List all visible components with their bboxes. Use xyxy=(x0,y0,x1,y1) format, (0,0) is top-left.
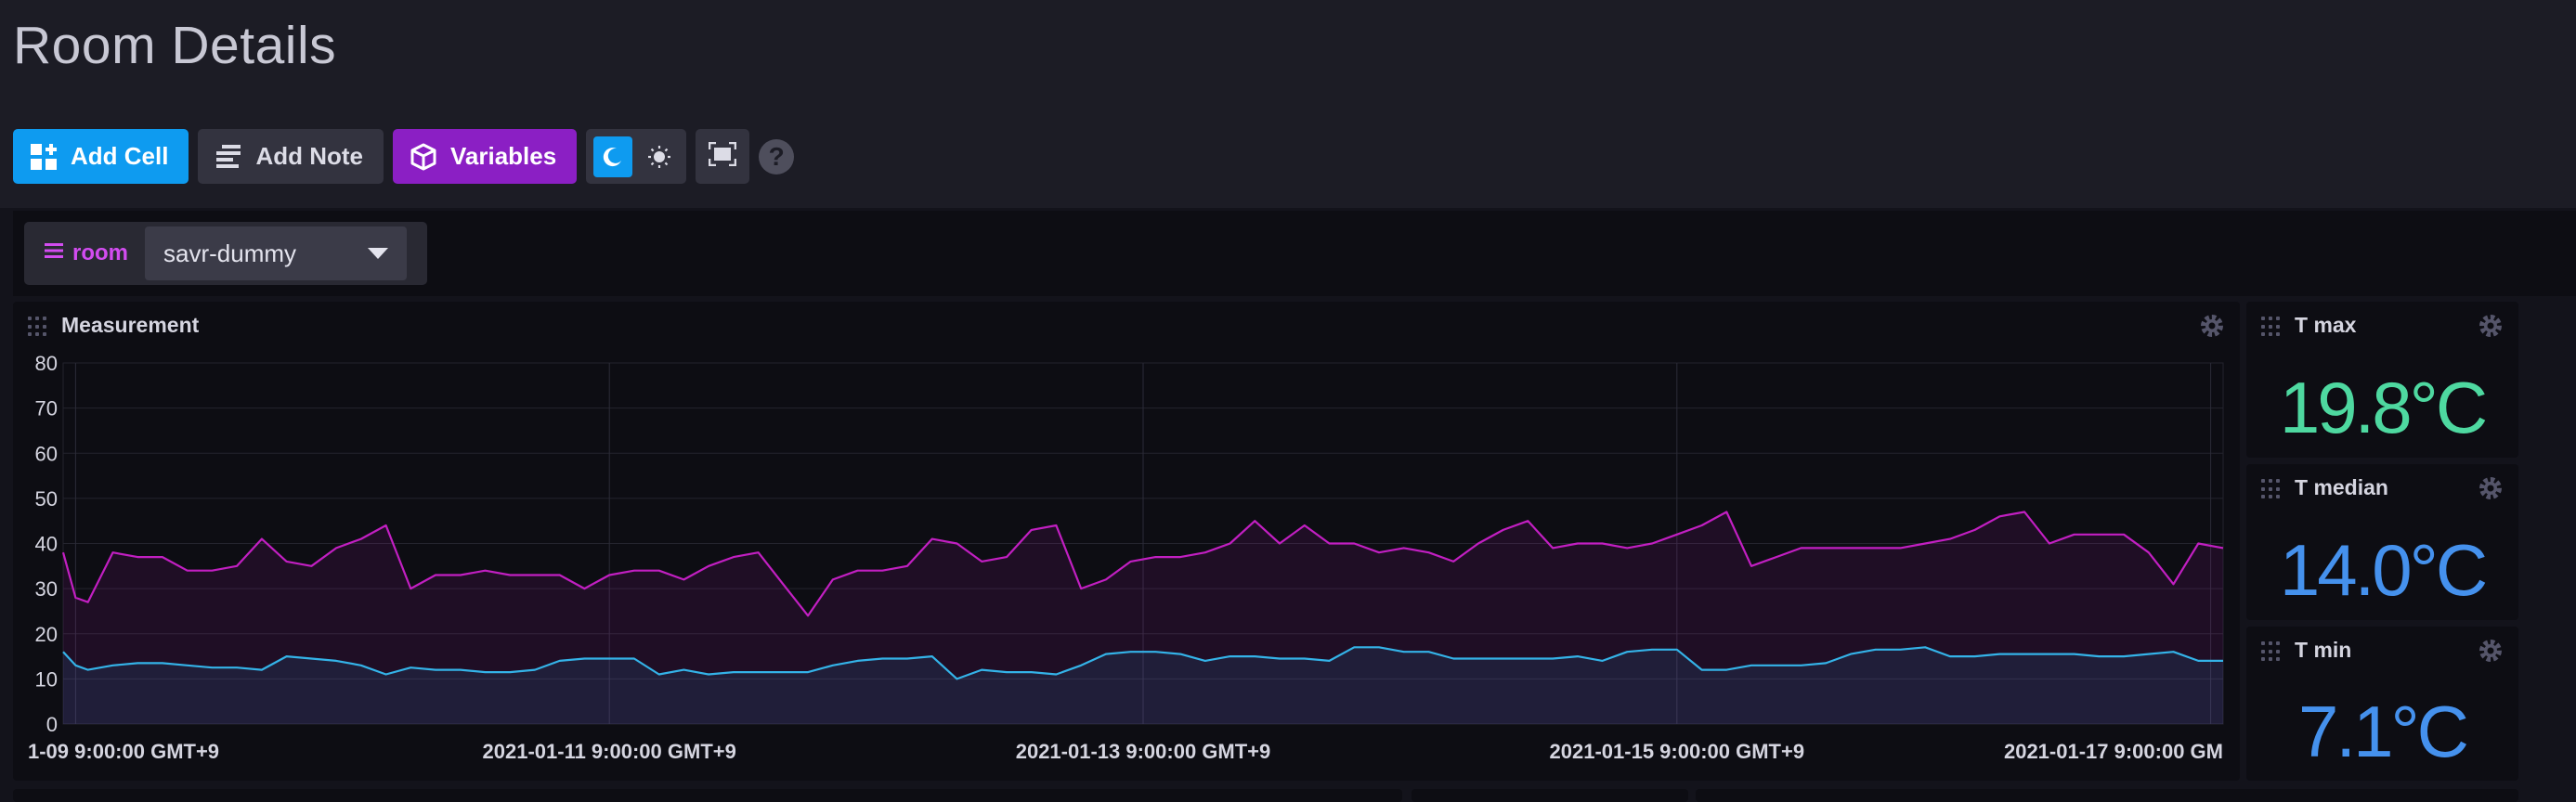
tmin-cell: T min 7.1°C xyxy=(2246,627,2518,781)
y-tick-label: 10 xyxy=(35,667,58,691)
x-tick-label: 2021-01-11 9:00:00 GMT+9 xyxy=(483,740,736,763)
tmax-value: 19.8°C xyxy=(2279,366,2488,448)
add-note-label: Add Note xyxy=(255,142,363,170)
list-icon xyxy=(45,240,63,266)
variable-name-label: room xyxy=(72,240,128,265)
cell-title: T median xyxy=(2295,475,2388,499)
measurement-chart: 0 10 20 30 40 50 60 70 80 1-09 9:00:00 GMT+9 2021… xyxy=(28,352,2224,763)
add-note-button[interactable]: Add Note xyxy=(198,129,384,184)
sun-icon[interactable] xyxy=(640,136,679,177)
cell-title: T min xyxy=(2295,638,2352,662)
dashboard-toolbar: Add Cell Add Note Variables ? xyxy=(13,129,795,184)
variable-name: room xyxy=(24,240,145,266)
y-tick-label: 80 xyxy=(35,352,58,375)
y-tick-label: 40 xyxy=(35,533,58,556)
cube-icon xyxy=(410,143,437,171)
chart-y-ticks: 0 10 20 30 40 50 60 70 80 xyxy=(35,352,58,736)
chart-x-ticks: 1-09 9:00:00 GMT+9 2021-01-11 9:00:00 GMT… xyxy=(28,740,2223,763)
next-row-cell xyxy=(1696,789,2518,802)
next-row-cell xyxy=(13,789,1402,802)
y-tick-label: 20 xyxy=(35,623,58,646)
y-tick-label: 50 xyxy=(35,487,58,511)
page-header: Room Details Add Cell Add Note Variables xyxy=(0,0,2576,208)
moon-icon[interactable] xyxy=(593,136,633,177)
x-tick-label: 1-09 9:00:00 GMT+9 xyxy=(28,740,219,763)
y-tick-label: 30 xyxy=(35,577,58,601)
variable-control-room: room savr-dummy xyxy=(24,222,427,285)
variables-label: Variables xyxy=(450,142,557,170)
chevron-down-icon xyxy=(368,248,388,259)
measurement-cell: Measurement 0 10 20 30 40 50 60 70 80 1-09 9:00:… xyxy=(13,302,2240,781)
note-icon xyxy=(215,143,242,171)
x-tick-label: 2021-01-15 9:00:00 GMT+9 xyxy=(1550,740,1805,763)
variable-dropdown[interactable]: savr-dummy xyxy=(145,226,407,280)
x-tick-label: 2021-01-13 9:00:00 GMT+9 xyxy=(1016,740,1271,763)
drag-handle-icon[interactable] xyxy=(2261,317,2282,337)
help-icon[interactable]: ? xyxy=(759,138,795,175)
add-cell-button[interactable]: Add Cell xyxy=(13,129,189,184)
tmax-cell: T max 19.8°C xyxy=(2246,302,2518,458)
add-cell-icon xyxy=(30,143,58,171)
presentation-mode-button[interactable] xyxy=(696,129,750,184)
x-tick-label: 2021-01-17 9:00:00 GM xyxy=(2004,740,2223,763)
gear-icon[interactable] xyxy=(2476,311,2505,341)
y-tick-label: 70 xyxy=(35,397,58,420)
theme-toggle[interactable] xyxy=(586,129,687,184)
y-tick-label: 0 xyxy=(46,713,58,736)
y-tick-label: 60 xyxy=(35,442,58,465)
page-title: Room Details xyxy=(13,16,337,75)
tmedian-cell: T median 14.0°C xyxy=(2246,464,2518,620)
add-cell-label: Add Cell xyxy=(71,142,169,170)
tmin-value: 7.1°C xyxy=(2298,690,2469,772)
gear-icon[interactable] xyxy=(2476,473,2505,503)
cell-title: T max xyxy=(2295,313,2357,337)
drag-handle-icon[interactable] xyxy=(2261,479,2282,499)
tmedian-value: 14.0°C xyxy=(2279,528,2488,611)
drag-handle-icon[interactable] xyxy=(2261,641,2282,662)
gear-icon[interactable] xyxy=(2476,636,2505,666)
expand-icon xyxy=(708,141,737,171)
next-row-cell xyxy=(1412,789,1688,802)
variables-button[interactable]: Variables xyxy=(393,129,578,184)
variables-bar: room savr-dummy xyxy=(13,211,2576,296)
variable-selected-value: savr-dummy xyxy=(163,239,297,267)
